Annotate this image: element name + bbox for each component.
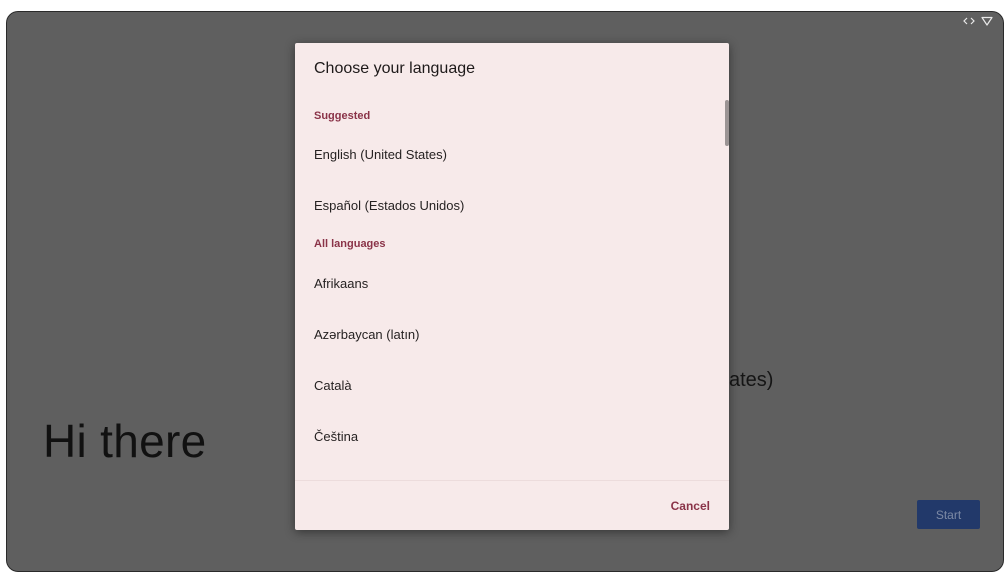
language-item[interactable]: Español (Estados Unidos) — [295, 180, 725, 231]
language-item[interactable]: Afrikaans — [295, 258, 725, 309]
language-dialog: Choose your language Suggested English (… — [295, 43, 729, 530]
cancel-button[interactable]: Cancel — [671, 495, 710, 517]
code-arrows-icon — [963, 16, 975, 26]
section-header-suggested: Suggested — [314, 110, 371, 122]
start-button[interactable]: Start — [917, 500, 980, 529]
language-item[interactable]: English (United States) — [295, 129, 725, 180]
greeting-title: Hi there — [43, 415, 207, 467]
section-header-all: All languages — [314, 238, 386, 250]
language-item[interactable]: Čeština — [295, 411, 725, 462]
dialog-divider — [295, 480, 729, 481]
selected-language-label: ates) — [729, 369, 774, 391]
status-bar — [963, 16, 993, 26]
wifi-icon — [981, 16, 993, 26]
language-item[interactable]: Català — [295, 360, 725, 411]
language-item[interactable]: Azərbaycan (latın) — [295, 309, 725, 360]
dialog-title: Choose your language — [314, 60, 476, 77]
language-list: Suggested English (United States) Españo… — [295, 103, 725, 462]
scrollbar-thumb[interactable] — [725, 100, 729, 146]
